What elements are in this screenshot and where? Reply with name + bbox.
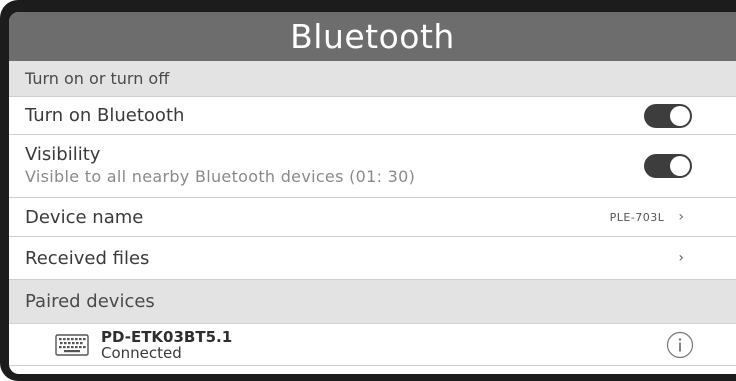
- page-title-bar: Bluetooth: [9, 12, 736, 61]
- device-name-row[interactable]: Device name PLE-703L ›: [9, 198, 736, 237]
- toggle-knob: [670, 156, 690, 176]
- visibility-row[interactable]: Visibility Visible to all nearby Bluetoo…: [9, 135, 736, 198]
- info-icon[interactable]: [666, 331, 694, 359]
- section-label: Paired devices: [25, 291, 155, 312]
- paired-device-text: PD-ETK03BT5.1 Connected: [101, 329, 232, 361]
- section-label: Turn on or turn off: [25, 69, 170, 88]
- turn-on-bluetooth-row[interactable]: Turn on Bluetooth: [9, 97, 736, 135]
- paired-device-name: PD-ETK03BT5.1: [101, 327, 233, 346]
- bluetooth-toggle[interactable]: [644, 103, 692, 128]
- received-files-trailing: ›: [678, 250, 684, 266]
- received-files-label: Received files: [25, 247, 150, 269]
- turn-on-bluetooth-label: Turn on Bluetooth: [25, 105, 185, 126]
- section-header-paired: Paired devices: [9, 280, 736, 324]
- bluetooth-settings-screen: Bluetooth Turn on or turn off Turn on Bl…: [9, 12, 736, 374]
- paired-device-status: Connected: [101, 343, 182, 362]
- device-name-value: PLE-703L: [609, 210, 665, 224]
- visibility-toggle[interactable]: [644, 154, 692, 178]
- visibility-label: Visibility: [25, 144, 101, 165]
- toggle-knob: [670, 105, 690, 126]
- visibility-text: Visibility Visible to all nearby Bluetoo…: [25, 144, 415, 188]
- paired-device-row[interactable]: PD-ETK03BT5.1 Connected: [9, 324, 736, 366]
- visibility-description: Visible to all nearby Bluetooth devices …: [25, 167, 416, 186]
- section-header-toggle: Turn on or turn off: [9, 61, 736, 97]
- chevron-right-icon: ›: [678, 209, 684, 225]
- device-name-trailing: PLE-703L ›: [610, 209, 684, 225]
- page-title: Bluetooth: [290, 17, 455, 56]
- device-name-label: Device name: [25, 206, 144, 228]
- chevron-right-icon: ›: [678, 250, 684, 266]
- device-bezel: Bluetooth Turn on or turn off Turn on Bl…: [0, 0, 736, 381]
- keyboard-icon: [55, 333, 89, 356]
- received-files-row[interactable]: Received files ›: [9, 237, 736, 280]
